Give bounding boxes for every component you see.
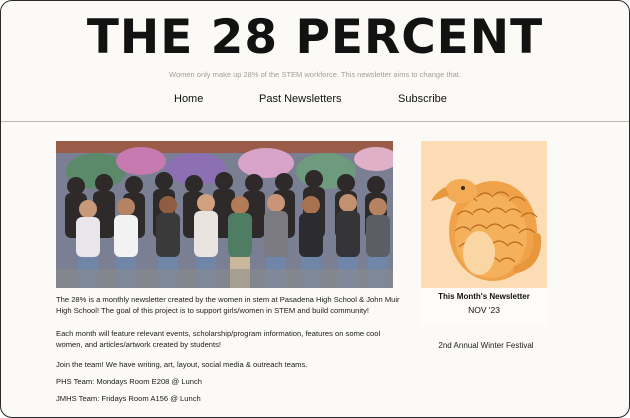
site-title: THE 28 PERCENT — [86, 10, 544, 65]
join-team-paragraph: Join the team! We have writing, art, lay… — [56, 360, 308, 369]
card-date: NOV '23 — [468, 305, 500, 315]
jmhs-team-paragraph: JMHS Team: Fridays Room A156 @ Lunch — [56, 394, 201, 403]
phs-team-paragraph: PHS Team: Mondays Room E208 @ Lunch — [56, 377, 203, 386]
nav-past-newsletters[interactable]: Past Newsletters — [259, 93, 342, 105]
festival-link[interactable]: 2nd Annual Winter Festival — [406, 341, 566, 350]
page-frame: THE 28 PERCENT Women only make up 28% of… — [0, 0, 630, 418]
card-label: This Month's Newsletter — [438, 292, 530, 301]
nav-home[interactable]: Home — [174, 93, 203, 105]
pangolin-artwork — [421, 141, 547, 288]
nav-subscribe[interactable]: Subscribe — [398, 93, 447, 105]
intro-paragraph: The 28% is a monthly newsletter created … — [56, 295, 400, 315]
group-photo — [56, 141, 393, 288]
tagline: Women only make up 28% of the STEM workf… — [169, 70, 461, 79]
features-paragraph: Each month will feature relevant events,… — [56, 329, 381, 349]
header-divider — [1, 121, 629, 122]
